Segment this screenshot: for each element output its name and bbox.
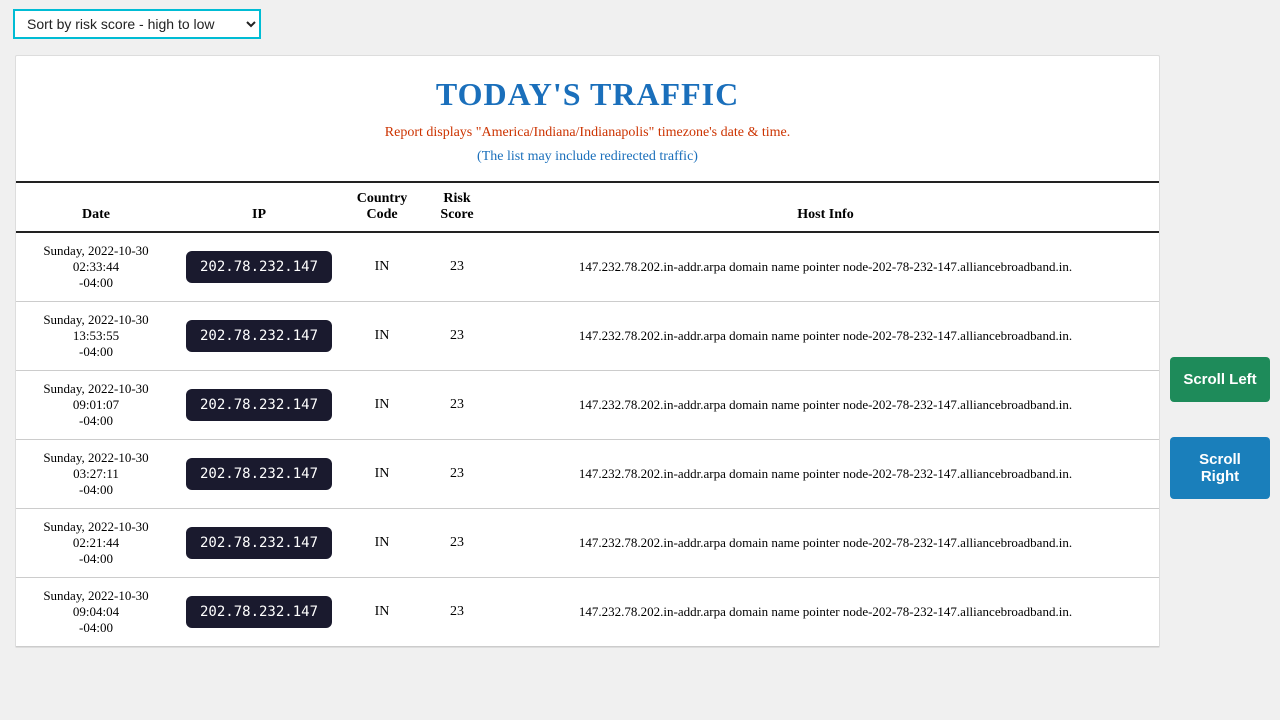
cell-country-code: IN (342, 302, 422, 371)
cell-host-info: 147.232.78.202.in-addr.arpa domain name … (492, 232, 1159, 302)
col-header-ip: IP (176, 182, 342, 232)
col-header-date: Date (16, 182, 176, 232)
table-row: Sunday, 2022-10-3002:21:44-04:00202.78.2… (16, 509, 1159, 578)
cell-host-info: 147.232.78.202.in-addr.arpa domain name … (492, 509, 1159, 578)
cell-date: Sunday, 2022-10-3009:04:04-04:00 (16, 578, 176, 647)
sort-container: Sort by risk score - high to low Sort by… (13, 9, 261, 39)
col-header-host: Host Info (492, 182, 1159, 232)
cell-ip[interactable]: 202.78.232.147 (176, 232, 342, 302)
cell-ip[interactable]: 202.78.232.147 (176, 371, 342, 440)
cell-date: Sunday, 2022-10-3009:01:07-04:00 (16, 371, 176, 440)
cell-ip[interactable]: 202.78.232.147 (176, 578, 342, 647)
table-row: Sunday, 2022-10-3009:01:07-04:00202.78.2… (16, 371, 1159, 440)
cell-country-code: IN (342, 440, 422, 509)
cell-risk-score: 23 (422, 440, 492, 509)
cell-host-info: 147.232.78.202.in-addr.arpa domain name … (492, 371, 1159, 440)
col-header-country: CountryCode (342, 182, 422, 232)
cell-risk-score: 23 (422, 578, 492, 647)
cell-host-info: 147.232.78.202.in-addr.arpa domain name … (492, 578, 1159, 647)
cell-risk-score: 23 (422, 232, 492, 302)
cell-country-code: IN (342, 509, 422, 578)
report-title: TODAY'S TRAFFIC (16, 66, 1159, 121)
report-note: (The list may include redirected traffic… (16, 145, 1159, 181)
sort-select[interactable]: Sort by risk score - high to low Sort by… (13, 9, 261, 39)
cell-date: Sunday, 2022-10-3013:53:55-04:00 (16, 302, 176, 371)
scroll-left-button[interactable]: Scroll Left (1170, 357, 1270, 402)
cell-date: Sunday, 2022-10-3002:21:44-04:00 (16, 509, 176, 578)
cell-risk-score: 23 (422, 371, 492, 440)
table-row: Sunday, 2022-10-3003:27:11-04:00202.78.2… (16, 440, 1159, 509)
cell-risk-score: 23 (422, 509, 492, 578)
cell-ip[interactable]: 202.78.232.147 (176, 302, 342, 371)
traffic-table: Date IP CountryCode RiskScore Host Info … (16, 181, 1159, 647)
cell-risk-score: 23 (422, 302, 492, 371)
cell-country-code: IN (342, 578, 422, 647)
cell-date: Sunday, 2022-10-3003:27:11-04:00 (16, 440, 176, 509)
main-content: TODAY'S TRAFFIC Report displays "America… (15, 55, 1160, 648)
col-header-risk: RiskScore (422, 182, 492, 232)
table-row: Sunday, 2022-10-3013:53:55-04:00202.78.2… (16, 302, 1159, 371)
table-row: Sunday, 2022-10-3009:04:04-04:00202.78.2… (16, 578, 1159, 647)
cell-host-info: 147.232.78.202.in-addr.arpa domain name … (492, 440, 1159, 509)
report-subtitle: Report displays "America/Indiana/Indiana… (16, 121, 1159, 145)
cell-country-code: IN (342, 232, 422, 302)
cell-ip[interactable]: 202.78.232.147 (176, 509, 342, 578)
cell-host-info: 147.232.78.202.in-addr.arpa domain name … (492, 302, 1159, 371)
table-row: Sunday, 2022-10-3002:33:44-04:00202.78.2… (16, 232, 1159, 302)
cell-date: Sunday, 2022-10-3002:33:44-04:00 (16, 232, 176, 302)
scroll-right-button[interactable]: Scroll Right (1170, 437, 1270, 499)
table-header-row: Date IP CountryCode RiskScore Host Info (16, 182, 1159, 232)
cell-ip[interactable]: 202.78.232.147 (176, 440, 342, 509)
cell-country-code: IN (342, 371, 422, 440)
